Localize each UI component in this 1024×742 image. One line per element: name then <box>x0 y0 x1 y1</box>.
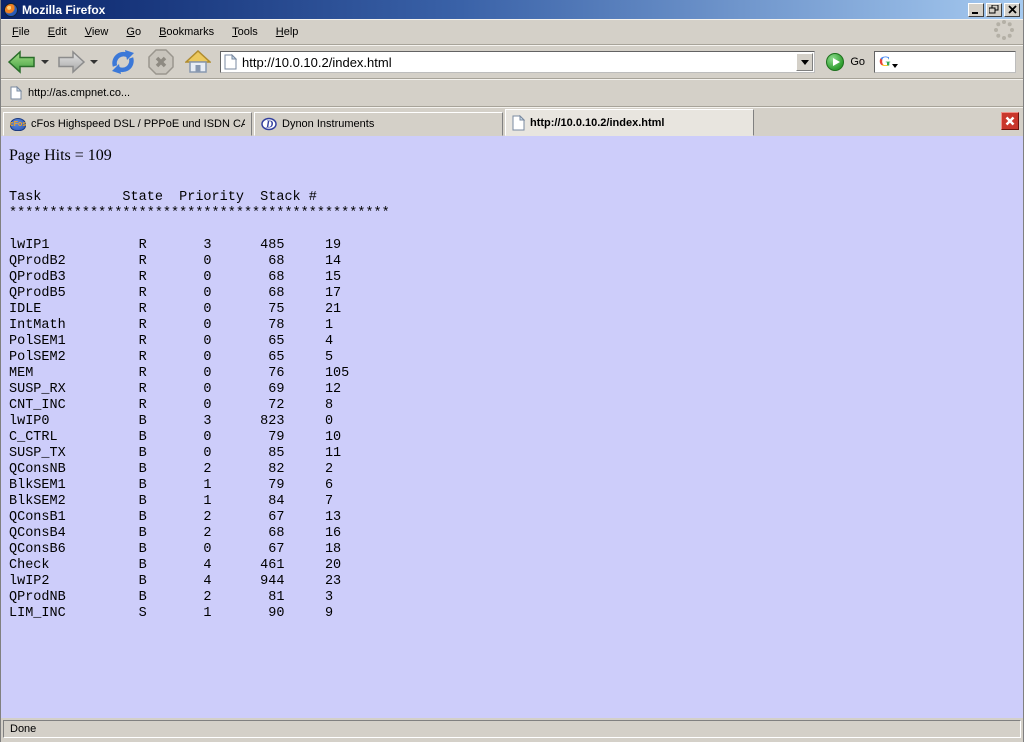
svg-text:D: D <box>265 120 273 131</box>
tab-label: Dynon Instruments <box>282 118 374 130</box>
bookmark-item[interactable]: http://as.cmpnet.co... <box>10 86 130 100</box>
close-tab-x-icon <box>1005 116 1015 126</box>
menu-edit[interactable]: Edit <box>41 22 74 42</box>
close-icon <box>1008 5 1017 14</box>
url-dropdown-button[interactable] <box>796 53 813 71</box>
reload-icon <box>109 49 137 75</box>
bookmark-page-icon <box>10 86 22 100</box>
tab-label: http://10.0.10.2/index.html <box>530 117 664 129</box>
window-title: Mozilla Firefox <box>22 3 966 17</box>
title-bar: Mozilla Firefox <box>1 0 1023 19</box>
bookmarks-toolbar: http://as.cmpnet.co... <box>1 79 1023 107</box>
firefox-app-icon <box>4 3 18 17</box>
tab-page-icon <box>512 115 525 131</box>
tab-cfos[interactable]: cFos cFos Highspeed DSL / PPPoE und ISDN… <box>3 112 252 136</box>
url-bar[interactable]: http://10.0.10.2/index.html <box>220 51 815 73</box>
cfos-favicon-icon: cFos <box>10 118 26 131</box>
forward-arrow-icon <box>56 50 86 74</box>
back-button[interactable] <box>6 49 38 75</box>
minimize-icon <box>971 5 981 14</box>
back-arrow-icon <box>7 50 37 74</box>
back-dropdown[interactable] <box>41 60 49 64</box>
stop-button[interactable] <box>147 48 175 76</box>
status-text: Done <box>10 723 36 735</box>
browser-window: Mozilla Firefox File Edit View Go Bookma… <box>0 0 1024 742</box>
search-input[interactable]: G <box>874 51 1016 73</box>
status-panel: Done <box>3 720 1021 738</box>
menu-help[interactable]: Help <box>269 22 306 42</box>
go-icon <box>826 53 844 71</box>
menu-view[interactable]: View <box>78 22 116 42</box>
chevron-down-icon <box>801 60 809 65</box>
stop-icon <box>148 49 174 75</box>
task-table: Task State Priority Stack # ************… <box>9 190 1023 622</box>
navigation-toolbar: http://10.0.10.2/index.html Go G <box>1 45 1023 79</box>
close-button[interactable] <box>1004 3 1020 17</box>
menu-file[interactable]: File <box>5 22 37 42</box>
tab-label: cFos Highspeed DSL / PPPoE und ISDN CAP.… <box>31 118 245 130</box>
dynon-favicon-icon: D <box>261 116 277 132</box>
forward-button[interactable] <box>55 49 87 75</box>
restore-button[interactable] <box>986 3 1002 17</box>
status-bar: Done <box>1 718 1023 742</box>
go-button-label: Go <box>850 56 865 68</box>
google-icon: G <box>879 55 891 70</box>
search-engine-dropdown[interactable] <box>892 64 898 68</box>
reload-button[interactable] <box>108 48 138 76</box>
restore-icon <box>989 5 999 14</box>
page-hits-text: Page Hits = 109 <box>9 147 1023 165</box>
menu-tools[interactable]: Tools <box>225 22 265 42</box>
menu-go[interactable]: Go <box>119 22 148 42</box>
forward-dropdown[interactable] <box>90 60 98 64</box>
minimize-button[interactable] <box>968 3 984 17</box>
page-icon <box>224 54 237 70</box>
tab-dynon[interactable]: D Dynon Instruments <box>254 112 503 136</box>
menu-bar: File Edit View Go Bookmarks Tools Help <box>1 19 1023 45</box>
bookmark-label: http://as.cmpnet.co... <box>28 87 130 99</box>
page-content: Page Hits = 109 Task State Priority Stac… <box>1 136 1023 718</box>
close-tab-button[interactable] <box>1001 112 1019 130</box>
home-button[interactable] <box>184 49 212 75</box>
menu-bookmarks[interactable]: Bookmarks <box>152 22 221 42</box>
home-icon <box>185 50 211 74</box>
throbber-icon <box>993 19 1015 46</box>
tab-active-index-page[interactable]: http://10.0.10.2/index.html <box>505 109 754 136</box>
tab-bar: cFos cFos Highspeed DSL / PPPoE und ISDN… <box>1 107 1023 136</box>
url-input[interactable]: http://10.0.10.2/index.html <box>242 55 796 70</box>
go-button[interactable]: Go <box>826 53 865 71</box>
